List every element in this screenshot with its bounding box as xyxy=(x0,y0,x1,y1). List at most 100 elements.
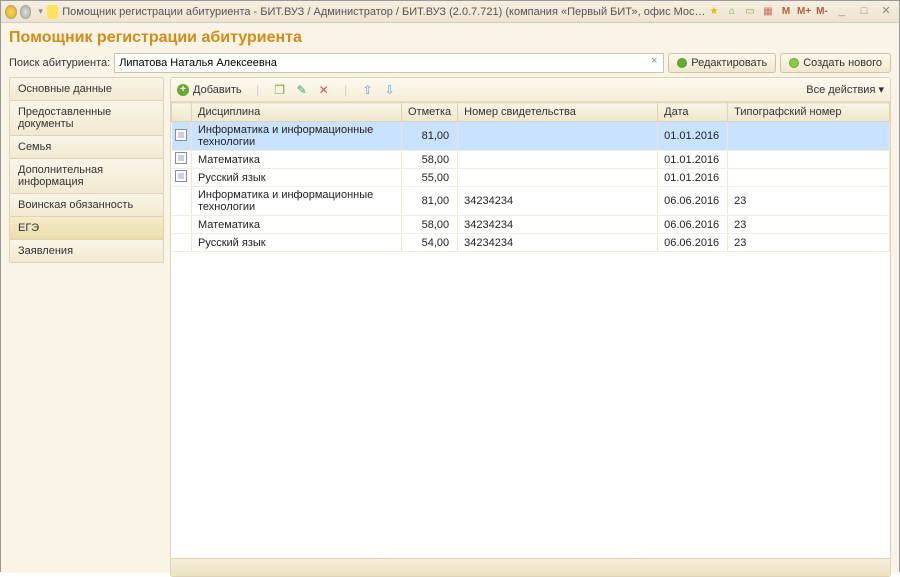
cell-date: 01.01.2016 xyxy=(658,169,728,187)
home-icon[interactable]: ⌂ xyxy=(725,5,739,19)
row-icon-cell xyxy=(172,216,192,234)
m-minus-icon[interactable]: M- xyxy=(815,5,829,19)
document-icon xyxy=(175,129,187,141)
cell-discipline: Математика xyxy=(192,151,402,169)
col-typo[interactable]: Типографский номер xyxy=(728,103,890,122)
cell-typo xyxy=(728,151,890,169)
cell-typo: 23 xyxy=(728,234,890,252)
row-icon-cell xyxy=(172,187,192,216)
system-icon-1[interactable] xyxy=(5,5,17,19)
all-actions-button[interactable]: Все действия ▾ xyxy=(806,83,884,96)
col-discipline[interactable]: Дисциплина xyxy=(192,103,402,122)
close-button[interactable]: ✕ xyxy=(877,5,895,19)
cell-mark: 81,00 xyxy=(402,187,458,216)
calc-icon[interactable]: ▦ xyxy=(761,5,775,19)
sidebar-item-1[interactable]: Предоставленные документы xyxy=(9,100,164,136)
cell-typo: 23 xyxy=(728,216,890,234)
sidebar-item-0[interactable]: Основные данные xyxy=(9,77,164,101)
app-favicon xyxy=(47,5,58,19)
table-row[interactable]: Математика58,00 01.01.2016 xyxy=(172,151,890,169)
search-input[interactable] xyxy=(114,53,664,73)
move-down-icon[interactable]: ⇩ xyxy=(382,83,398,97)
cell-mark: 55,00 xyxy=(402,169,458,187)
cell-mark: 58,00 xyxy=(402,151,458,169)
col-mark[interactable]: Отметка xyxy=(402,103,458,122)
copy-icon[interactable]: ❐ xyxy=(272,83,288,97)
table-row[interactable]: Русский язык55,00 01.01.2016 xyxy=(172,169,890,187)
sidebar-item-2[interactable]: Семья xyxy=(9,135,164,159)
plus-icon xyxy=(789,58,799,68)
move-up-icon[interactable]: ⇧ xyxy=(360,83,376,97)
cell-discipline: Математика xyxy=(192,216,402,234)
system-icon-2[interactable] xyxy=(20,5,32,19)
toolbar: + Добавить | ❐ ✎ ✕ | ⇧ ⇩ Все действия ▾ xyxy=(171,78,890,102)
pencil-icon xyxy=(677,58,687,68)
cell-mark: 58,00 xyxy=(402,216,458,234)
window-title: Помощник регистрации абитуриента - БИТ.В… xyxy=(62,6,707,18)
edit-button[interactable]: Редактировать xyxy=(668,53,776,73)
sep-1: | xyxy=(250,83,266,97)
cell-cert: 34234234 xyxy=(458,234,658,252)
row-icon-cell xyxy=(172,234,192,252)
content-footer xyxy=(171,558,890,576)
minimize-button[interactable]: _ xyxy=(833,5,851,19)
sidebar: Основные данныеПредоставленные документы… xyxy=(9,77,164,577)
sidebar-item-3[interactable]: Дополнительная информация xyxy=(9,158,164,194)
sidebar-item-5[interactable]: ЕГЭ xyxy=(9,216,164,240)
content-panel: + Добавить | ❐ ✎ ✕ | ⇧ ⇩ Все действия ▾ xyxy=(170,77,891,577)
cell-typo xyxy=(728,169,890,187)
titlebar: ▾ Помощник регистрации абитуриента - БИТ… xyxy=(1,1,899,23)
m-icon[interactable]: M xyxy=(779,5,793,19)
cell-cert xyxy=(458,151,658,169)
title-right-icons: ★ ⌂ ▭ ▦ M M+ M- _ □ ✕ xyxy=(707,5,895,19)
sidebar-item-6[interactable]: Заявления xyxy=(9,239,164,263)
col-cert[interactable]: Номер свидетельства xyxy=(458,103,658,122)
search-row: Поиск абитуриента: × Редактировать Созда… xyxy=(9,53,891,73)
cell-discipline: Русский язык xyxy=(192,234,402,252)
table-wrap[interactable]: Дисциплина Отметка Номер свидетельства Д… xyxy=(171,102,890,558)
table-row[interactable]: Информатика и информационные технологии8… xyxy=(172,187,890,216)
cell-date: 06.06.2016 xyxy=(658,216,728,234)
col-date[interactable]: Дата xyxy=(658,103,728,122)
cell-typo: 23 xyxy=(728,187,890,216)
row-icon-cell xyxy=(172,169,192,187)
m-plus-icon[interactable]: M+ xyxy=(797,5,811,19)
panel-icon[interactable]: ▭ xyxy=(743,5,757,19)
create-new-button[interactable]: Создать нового xyxy=(780,53,891,73)
page-title: Помощник регистрации абитуриента xyxy=(9,29,891,47)
cell-typo xyxy=(728,122,890,151)
row-icon-cell xyxy=(172,151,192,169)
edit-icon[interactable]: ✎ xyxy=(294,83,310,97)
create-new-label: Создать нового xyxy=(803,57,882,69)
add-button[interactable]: + Добавить xyxy=(177,84,242,96)
cell-cert xyxy=(458,169,658,187)
sep-2: | xyxy=(338,83,354,97)
cell-date: 06.06.2016 xyxy=(658,234,728,252)
cell-cert: 34234234 xyxy=(458,187,658,216)
table-row[interactable]: Русский язык54,003423423406.06.201623 xyxy=(172,234,890,252)
cell-discipline: Информатика и информационные технологии xyxy=(192,187,402,216)
cell-discipline: Русский язык xyxy=(192,169,402,187)
search-label: Поиск абитуриента: xyxy=(9,57,110,69)
add-button-label: Добавить xyxy=(193,84,242,96)
clear-icon[interactable]: × xyxy=(647,55,661,69)
data-table: Дисциплина Отметка Номер свидетельства Д… xyxy=(171,102,890,252)
cell-mark: 81,00 xyxy=(402,122,458,151)
delete-icon[interactable]: ✕ xyxy=(316,83,332,97)
row-icon-cell xyxy=(172,122,192,151)
table-row[interactable]: Математика58,003423423406.06.201623 xyxy=(172,216,890,234)
cell-discipline: Информатика и информационные технологии xyxy=(192,122,402,151)
cell-cert: 34234234 xyxy=(458,216,658,234)
dropdown-icon[interactable]: ▾ xyxy=(38,6,43,17)
cell-mark: 54,00 xyxy=(402,234,458,252)
col-icon[interactable] xyxy=(172,103,192,122)
favorite-icon[interactable]: ★ xyxy=(707,5,721,19)
document-icon xyxy=(175,170,187,182)
table-row[interactable]: Информатика и информационные технологии8… xyxy=(172,122,890,151)
add-plus-icon: + xyxy=(177,84,189,96)
maximize-button[interactable]: □ xyxy=(855,5,873,19)
sidebar-item-4[interactable]: Воинская обязанность xyxy=(9,193,164,217)
cell-date: 01.01.2016 xyxy=(658,151,728,169)
cell-date: 06.06.2016 xyxy=(658,187,728,216)
cell-cert xyxy=(458,122,658,151)
